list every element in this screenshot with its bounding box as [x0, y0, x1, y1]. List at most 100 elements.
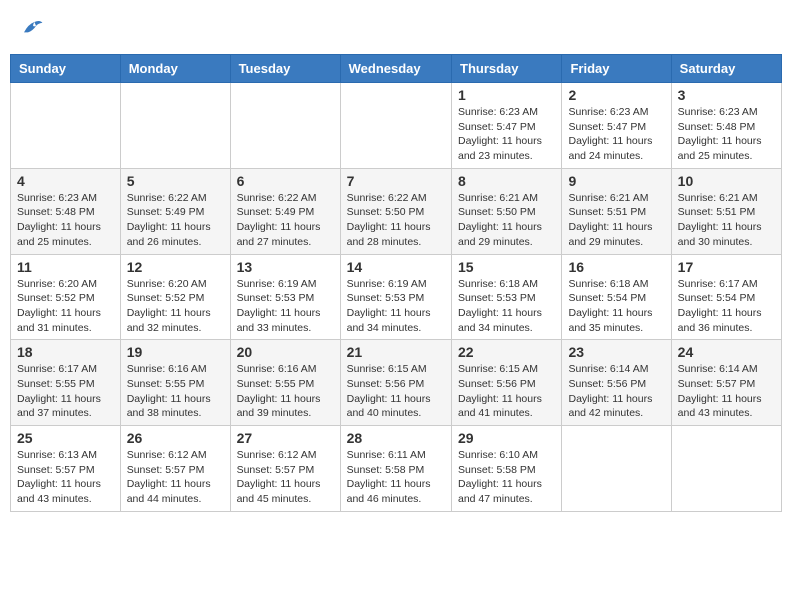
calendar-cell: 21 Sunrise: 6:15 AM Sunset: 5:56 PM Dayli… [340, 340, 451, 426]
calendar-cell: 4 Sunrise: 6:23 AM Sunset: 5:48 PM Daylig… [11, 168, 121, 254]
calendar-cell: 2 Sunrise: 6:23 AM Sunset: 5:47 PM Daylig… [562, 83, 671, 169]
calendar-cell: 27 Sunrise: 6:12 AM Sunset: 5:57 PM Dayli… [230, 426, 340, 512]
day-number: 25 [17, 430, 114, 446]
day-info: Sunrise: 6:12 AM Sunset: 5:57 PM Dayligh… [127, 448, 224, 507]
calendar-cell: 16 Sunrise: 6:18 AM Sunset: 5:54 PM Dayli… [562, 254, 671, 340]
day-number: 12 [127, 259, 224, 275]
calendar-cell [11, 83, 121, 169]
day-info: Sunrise: 6:11 AM Sunset: 5:58 PM Dayligh… [347, 448, 445, 507]
day-info: Sunrise: 6:21 AM Sunset: 5:51 PM Dayligh… [568, 191, 664, 250]
calendar-cell: 1 Sunrise: 6:23 AM Sunset: 5:47 PM Daylig… [452, 83, 562, 169]
day-info: Sunrise: 6:22 AM Sunset: 5:50 PM Dayligh… [347, 191, 445, 250]
day-number: 20 [237, 344, 334, 360]
page-header [10, 10, 782, 46]
day-header-thursday: Thursday [452, 55, 562, 83]
day-number: 15 [458, 259, 555, 275]
calendar-cell: 14Sunrise: 6:19 AM Sunset: 5:53 PM Dayli… [340, 254, 451, 340]
calendar-cell: 24Sunrise: 6:14 AM Sunset: 5:57 PM Dayli… [671, 340, 781, 426]
day-info: Sunrise: 6:23 AM Sunset: 5:47 PM Dayligh… [458, 105, 555, 164]
calendar-cell: 13Sunrise: 6:19 AM Sunset: 5:53 PM Dayli… [230, 254, 340, 340]
day-info: Sunrise: 6:15 AM Sunset: 5:56 PM Dayligh… [458, 362, 555, 421]
calendar-cell: 20 Sunrise: 6:16 AM Sunset: 5:55 PM Dayli… [230, 340, 340, 426]
day-number: 26 [127, 430, 224, 446]
calendar-cell: 25 Sunrise: 6:13 AM Sunset: 5:57 PM Dayli… [11, 426, 121, 512]
day-info: Sunrise: 6:22 AM Sunset: 5:49 PM Dayligh… [237, 191, 334, 250]
day-header-wednesday: Wednesday [340, 55, 451, 83]
day-number: 29 [458, 430, 555, 446]
calendar-cell: 28 Sunrise: 6:11 AM Sunset: 5:58 PM Dayli… [340, 426, 451, 512]
logo-bird-icon [20, 18, 44, 38]
day-number: 23 [568, 344, 664, 360]
calendar-cell: 6Sunrise: 6:22 AM Sunset: 5:49 PM Daylig… [230, 168, 340, 254]
calendar-cell: 15 Sunrise: 6:18 AM Sunset: 5:53 PM Dayli… [452, 254, 562, 340]
logo [10, 10, 52, 46]
day-number: 19 [127, 344, 224, 360]
day-number: 2 [568, 87, 664, 103]
calendar-cell [671, 426, 781, 512]
calendar-cell: 22 Sunrise: 6:15 AM Sunset: 5:56 PM Dayli… [452, 340, 562, 426]
day-info: Sunrise: 6:16 AM Sunset: 5:55 PM Dayligh… [237, 362, 334, 421]
day-info: Sunrise: 6:16 AM Sunset: 5:55 PM Dayligh… [127, 362, 224, 421]
day-header-saturday: Saturday [671, 55, 781, 83]
day-number: 16 [568, 259, 664, 275]
day-number: 4 [17, 173, 114, 189]
day-info: Sunrise: 6:23 AM Sunset: 5:48 PM Dayligh… [17, 191, 114, 250]
calendar-cell: 23 Sunrise: 6:14 AM Sunset: 5:56 PM Dayli… [562, 340, 671, 426]
day-number: 1 [458, 87, 555, 103]
day-number: 9 [568, 173, 664, 189]
calendar-cell: 11 Sunrise: 6:20 AM Sunset: 5:52 PM Dayli… [11, 254, 121, 340]
day-number: 11 [17, 259, 114, 275]
day-info: Sunrise: 6:14 AM Sunset: 5:56 PM Dayligh… [568, 362, 664, 421]
calendar-table: SundayMondayTuesdayWednesdayThursdayFrid… [10, 54, 782, 512]
calendar-header-row: SundayMondayTuesdayWednesdayThursdayFrid… [11, 55, 782, 83]
day-info: Sunrise: 6:22 AM Sunset: 5:49 PM Dayligh… [127, 191, 224, 250]
day-number: 18 [17, 344, 114, 360]
calendar-cell: 8Sunrise: 6:21 AM Sunset: 5:50 PM Daylig… [452, 168, 562, 254]
day-info: Sunrise: 6:17 AM Sunset: 5:55 PM Dayligh… [17, 362, 114, 421]
day-info: Sunrise: 6:12 AM Sunset: 5:57 PM Dayligh… [237, 448, 334, 507]
day-info: Sunrise: 6:20 AM Sunset: 5:52 PM Dayligh… [17, 277, 114, 336]
calendar-cell [562, 426, 671, 512]
day-info: Sunrise: 6:23 AM Sunset: 5:47 PM Dayligh… [568, 105, 664, 164]
day-info: Sunrise: 6:23 AM Sunset: 5:48 PM Dayligh… [678, 105, 775, 164]
day-number: 21 [347, 344, 445, 360]
calendar-cell: 26 Sunrise: 6:12 AM Sunset: 5:57 PM Dayli… [120, 426, 230, 512]
day-header-sunday: Sunday [11, 55, 121, 83]
week-row-0: 1 Sunrise: 6:23 AM Sunset: 5:47 PM Daylig… [11, 83, 782, 169]
day-number: 27 [237, 430, 334, 446]
calendar-cell: 19 Sunrise: 6:16 AM Sunset: 5:55 PM Dayli… [120, 340, 230, 426]
day-number: 13 [237, 259, 334, 275]
day-number: 17 [678, 259, 775, 275]
title-section [774, 10, 782, 18]
calendar-cell: 29 Sunrise: 6:10 AM Sunset: 5:58 PM Dayli… [452, 426, 562, 512]
day-info: Sunrise: 6:14 AM Sunset: 5:57 PM Dayligh… [678, 362, 775, 421]
day-header-friday: Friday [562, 55, 671, 83]
calendar-cell: 5 Sunrise: 6:22 AM Sunset: 5:49 PM Daylig… [120, 168, 230, 254]
day-info: Sunrise: 6:17 AM Sunset: 5:54 PM Dayligh… [678, 277, 775, 336]
week-row-2: 11 Sunrise: 6:20 AM Sunset: 5:52 PM Dayli… [11, 254, 782, 340]
day-info: Sunrise: 6:10 AM Sunset: 5:58 PM Dayligh… [458, 448, 555, 507]
day-info: Sunrise: 6:18 AM Sunset: 5:54 PM Dayligh… [568, 277, 664, 336]
day-info: Sunrise: 6:15 AM Sunset: 5:56 PM Dayligh… [347, 362, 445, 421]
day-number: 5 [127, 173, 224, 189]
day-number: 10 [678, 173, 775, 189]
calendar-cell: 7 Sunrise: 6:22 AM Sunset: 5:50 PM Daylig… [340, 168, 451, 254]
calendar-cell: 17 Sunrise: 6:17 AM Sunset: 5:54 PM Dayli… [671, 254, 781, 340]
day-number: 7 [347, 173, 445, 189]
week-row-1: 4 Sunrise: 6:23 AM Sunset: 5:48 PM Daylig… [11, 168, 782, 254]
week-row-3: 18 Sunrise: 6:17 AM Sunset: 5:55 PM Dayli… [11, 340, 782, 426]
week-row-4: 25 Sunrise: 6:13 AM Sunset: 5:57 PM Dayli… [11, 426, 782, 512]
day-info: Sunrise: 6:13 AM Sunset: 5:57 PM Dayligh… [17, 448, 114, 507]
day-info: Sunrise: 6:20 AM Sunset: 5:52 PM Dayligh… [127, 277, 224, 336]
day-number: 28 [347, 430, 445, 446]
calendar-cell: 18 Sunrise: 6:17 AM Sunset: 5:55 PM Dayli… [11, 340, 121, 426]
calendar-cell: 12 Sunrise: 6:20 AM Sunset: 5:52 PM Dayli… [120, 254, 230, 340]
calendar-cell [120, 83, 230, 169]
day-info: Sunrise: 6:18 AM Sunset: 5:53 PM Dayligh… [458, 277, 555, 336]
calendar-cell [230, 83, 340, 169]
day-info: Sunrise: 6:21 AM Sunset: 5:51 PM Dayligh… [678, 191, 775, 250]
calendar-cell: 9 Sunrise: 6:21 AM Sunset: 5:51 PM Daylig… [562, 168, 671, 254]
day-header-monday: Monday [120, 55, 230, 83]
day-header-tuesday: Tuesday [230, 55, 340, 83]
day-number: 22 [458, 344, 555, 360]
